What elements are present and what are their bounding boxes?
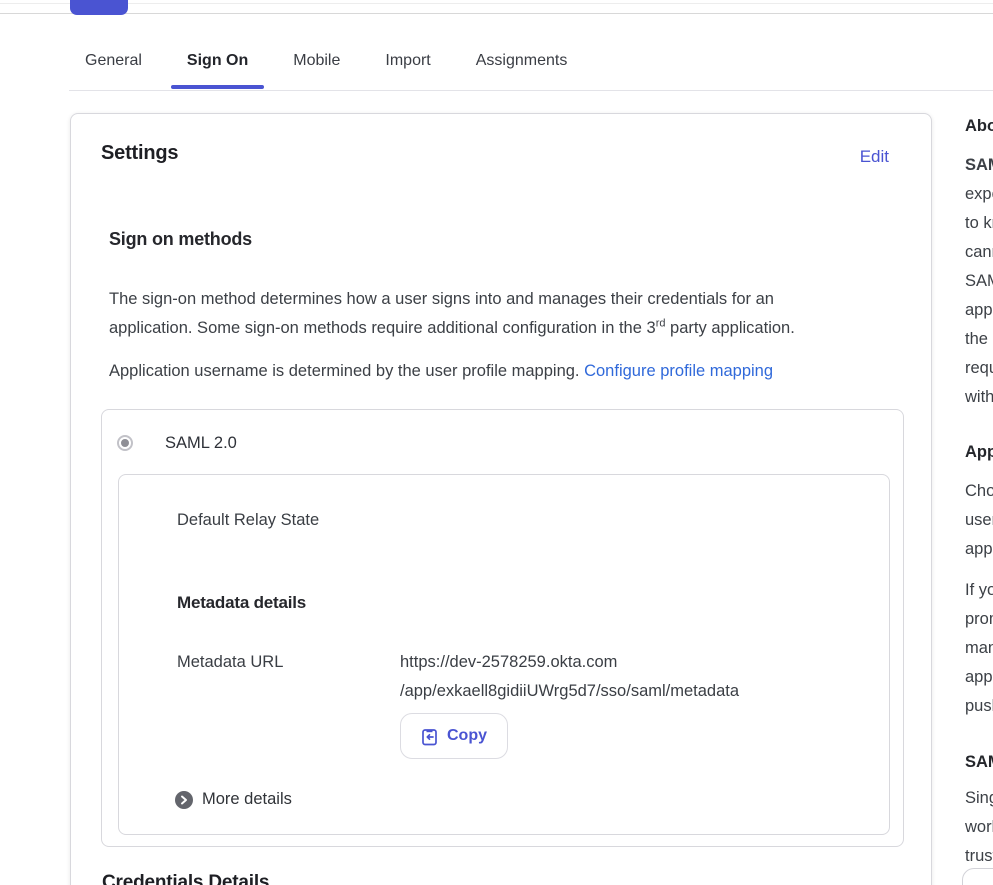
- saml-details-box: Default Relay State Metadata details Met…: [118, 474, 890, 835]
- tab-import[interactable]: Import: [369, 52, 446, 90]
- saml-method-box: SAML 2.0 Default Relay State Metadata de…: [101, 409, 904, 847]
- top-divider-upper: [0, 3, 993, 4]
- ordinal-superscript: rd: [656, 318, 666, 330]
- more-details-toggle[interactable]: More details: [175, 790, 292, 809]
- tab-mobile[interactable]: Mobile: [277, 52, 356, 90]
- saml-radio-label: SAML 2.0: [165, 434, 237, 453]
- configure-profile-mapping-link[interactable]: Configure profile mapping: [584, 362, 773, 380]
- tab-sign-on-label: Sign On: [187, 52, 248, 69]
- settings-card: Settings Edit Sign on methods The sign-o…: [70, 113, 932, 885]
- application-username-paragraph-2: If you select None you will be prompted …: [965, 576, 993, 721]
- tab-sign-on[interactable]: Sign On: [171, 52, 264, 90]
- sign-on-method-description: The sign-on method determines how a user…: [109, 285, 899, 343]
- about-body-text: streamlines the end user experience by n…: [965, 156, 993, 406]
- tab-bar: General Sign On Mobile Import Assignment…: [69, 13, 993, 91]
- tab-general[interactable]: General: [69, 52, 158, 90]
- saml-setup-paragraph: Single Sign On using SAML will not work …: [965, 784, 993, 871]
- active-tab-underline: [171, 85, 264, 89]
- saml-radio[interactable]: [117, 435, 133, 451]
- copy-button[interactable]: Copy: [400, 713, 508, 759]
- more-details-label: More details: [202, 790, 292, 809]
- about-bold-term: SAML 2.0: [965, 156, 993, 174]
- chevron-right-circle-icon: [175, 791, 193, 809]
- view-saml-setup-instructions-button[interactable]: View SAML setup instructions: [962, 868, 993, 885]
- credentials-details-heading: Credentials Details: [102, 872, 269, 885]
- username-note-text: Application username is determined by th…: [109, 362, 584, 380]
- saml-setup-heading: SAML Setup: [965, 753, 993, 772]
- application-username-paragraph-1: Choose a format to use as the default us…: [965, 477, 993, 564]
- edit-button[interactable]: Edit: [860, 147, 889, 167]
- clipboard-copy-icon: [421, 727, 438, 746]
- sign-on-methods-heading: Sign on methods: [109, 229, 252, 250]
- tab-assignments[interactable]: Assignments: [460, 52, 584, 90]
- about-paragraph: SAML 2.0 streamlines the end user experi…: [965, 151, 993, 412]
- description-text-end: party application.: [665, 319, 794, 337]
- metadata-details-heading: Metadata details: [177, 593, 306, 613]
- username-mapping-note: Application username is determined by th…: [109, 357, 899, 386]
- settings-title: Settings: [101, 142, 178, 165]
- about-heading: About: [965, 117, 993, 136]
- metadata-url-label: Metadata URL: [177, 648, 283, 677]
- application-username-heading: Application Username: [965, 443, 993, 462]
- default-relay-state-label: Default Relay State: [177, 506, 319, 535]
- saml-radio-dot: [121, 439, 129, 447]
- metadata-url-value: https://dev-2578259.okta.com /app/exkael…: [400, 648, 739, 706]
- copy-button-label: Copy: [447, 727, 487, 745]
